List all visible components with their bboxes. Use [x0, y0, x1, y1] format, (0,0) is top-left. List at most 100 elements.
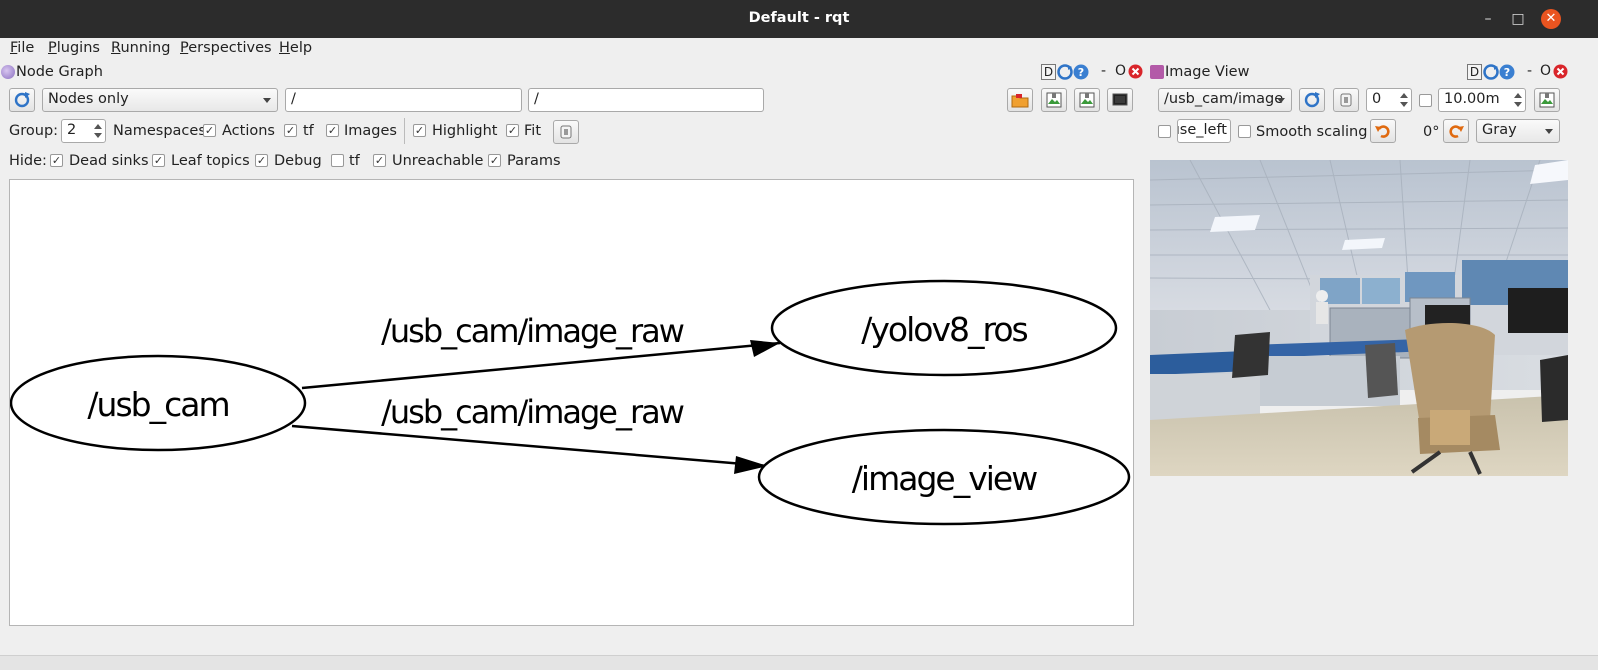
- max-range-checkbox[interactable]: [1419, 94, 1432, 107]
- camera-image-svg[interactable]: [1150, 160, 1568, 476]
- menu-perspectives[interactable]: Perspectives: [180, 40, 272, 56]
- display-mode-combo[interactable]: Nodes only: [42, 88, 278, 112]
- fit-checkbox[interactable]: ✓: [506, 124, 519, 137]
- spin-down-icon[interactable]: [1514, 102, 1522, 107]
- chevron-down-icon: [1277, 98, 1285, 103]
- node-graph-plugin-icon: [1, 65, 15, 79]
- spin-up-icon[interactable]: [94, 124, 102, 129]
- spin-down-icon[interactable]: [94, 133, 102, 138]
- status-bar: [0, 655, 1598, 670]
- image-topic-value: /usb_cam/image: [1164, 91, 1284, 107]
- image-view-plugin-icon: [1150, 65, 1164, 79]
- graph-canvas[interactable]: /usb_cam /yolov8_ros /image_view /usb_ca…: [9, 179, 1134, 626]
- spin-down-icon[interactable]: [1400, 102, 1408, 107]
- chevron-down-icon: [263, 98, 271, 103]
- menu-plugins[interactable]: Plugins: [48, 40, 100, 56]
- params-checkbox[interactable]: ✓: [488, 154, 501, 167]
- save-image-button[interactable]: [1107, 88, 1133, 112]
- node-image-view[interactable]: /image_view: [757, 428, 1131, 526]
- chevron-down-icon: [1545, 129, 1553, 134]
- mouse-topic-input[interactable]: use_left: [1177, 119, 1231, 143]
- menu-running[interactable]: Running: [111, 40, 170, 56]
- hide-tf-checkbox[interactable]: [331, 154, 344, 167]
- image-value-spinbox[interactable]: 0: [1366, 88, 1412, 112]
- image-view-help-icon[interactable]: ?: [1499, 64, 1515, 80]
- node-yolov8-ros[interactable]: /yolov8_ros: [770, 279, 1118, 377]
- tf-checkbox[interactable]: ✓: [284, 124, 297, 137]
- menu-file[interactable]: File: [10, 40, 34, 56]
- window-titlebar: Default - rqt – □ ✕: [0, 0, 1598, 38]
- node-yolov8-ros-label: /yolov8_ros: [861, 310, 1027, 349]
- node-usb-cam[interactable]: /usb_cam: [10, 354, 307, 452]
- zoom-fit-button[interactable]: [1333, 88, 1359, 112]
- image-view-dock-float[interactable]: O: [1540, 63, 1551, 79]
- window-title: Default - rqt: [748, 10, 850, 26]
- leaf-topics-checkbox[interactable]: ✓: [152, 154, 165, 167]
- node-graph-dock-d-button[interactable]: D: [1041, 64, 1056, 80]
- edge-usb-cam-to-image-view[interactable]: [291, 424, 769, 468]
- fit-view-icon: [1340, 93, 1352, 107]
- smooth-scaling-checkbox[interactable]: [1238, 125, 1251, 138]
- node-usb-cam-label: /usb_cam: [87, 385, 228, 424]
- namespace-filter-input[interactable]: /: [285, 88, 522, 112]
- image-topic-combo[interactable]: /usb_cam/image: [1158, 88, 1292, 112]
- save-image-button[interactable]: [1534, 88, 1560, 112]
- image-view-dock-d-button[interactable]: D: [1467, 64, 1482, 80]
- save-image-icon: [1539, 92, 1555, 108]
- node-graph-reload-icon[interactable]: [1057, 64, 1073, 80]
- maximize-icon[interactable]: □: [1508, 9, 1528, 29]
- color-scheme-combo[interactable]: Gray: [1476, 119, 1560, 143]
- max-range-value: 10.00m: [1444, 91, 1500, 107]
- debug-checkbox[interactable]: ✓: [255, 154, 268, 167]
- menu-help[interactable]: Help: [279, 40, 312, 56]
- load-dot-button[interactable]: [1007, 88, 1033, 112]
- rotate-left-button[interactable]: [1370, 119, 1396, 143]
- save-dot-button[interactable]: [1041, 88, 1067, 112]
- node-graph-help-icon[interactable]: ?: [1073, 64, 1089, 80]
- toolbar-separator: [404, 118, 405, 144]
- rotate-right-icon: [1449, 125, 1464, 138]
- group-spinbox[interactable]: 2: [61, 119, 106, 143]
- node-graph-dock-float[interactable]: O: [1115, 63, 1126, 79]
- close-icon[interactable]: ✕: [1541, 9, 1561, 29]
- images-checkbox[interactable]: ✓: [326, 124, 339, 137]
- image-view-dock-close-icon[interactable]: [1553, 64, 1568, 79]
- camera-image[interactable]: [1150, 160, 1568, 476]
- rotation-label: 0°: [1423, 124, 1440, 140]
- rotate-right-button[interactable]: [1443, 119, 1469, 143]
- leaf-topics-label: Leaf topics: [171, 153, 250, 169]
- graph-refresh-button[interactable]: [9, 88, 35, 112]
- group-label: Group:: [9, 123, 59, 139]
- hide-tf-label: tf: [349, 153, 360, 169]
- debug-label: Debug: [274, 153, 322, 169]
- edge-label-1: /usb_cam/image_raw: [381, 312, 684, 350]
- image-view-reload-icon[interactable]: [1483, 64, 1499, 80]
- image-refresh-button[interactable]: [1299, 88, 1325, 112]
- save-image-icon: [1079, 92, 1095, 108]
- image-view-dock-minimize[interactable]: -: [1527, 63, 1532, 79]
- refresh-icon: [1304, 92, 1320, 108]
- max-range-spinbox[interactable]: 10.00m: [1438, 88, 1526, 112]
- spin-up-icon[interactable]: [1400, 93, 1408, 98]
- screen-icon: [1112, 93, 1128, 106]
- actions-checkbox[interactable]: ✓: [203, 124, 216, 137]
- topic-filter-input[interactable]: /: [528, 88, 764, 112]
- spin-up-icon[interactable]: [1514, 93, 1522, 98]
- refresh-icon: [14, 92, 30, 108]
- fit-view-icon: [560, 125, 572, 139]
- image-view-title: Image View: [1165, 64, 1250, 80]
- save-svg-button[interactable]: [1074, 88, 1100, 112]
- svg-text:?: ?: [1504, 66, 1510, 79]
- dead-sinks-checkbox[interactable]: ✓: [50, 154, 63, 167]
- node-graph-dock-close-icon[interactable]: [1128, 64, 1143, 79]
- params-label: Params: [507, 153, 561, 169]
- minimize-icon[interactable]: –: [1478, 9, 1498, 29]
- publish-click-checkbox[interactable]: [1158, 125, 1171, 138]
- graph-svg[interactable]: /usb_cam /yolov8_ros /image_view /usb_ca…: [10, 180, 1135, 627]
- unreachable-label: Unreachable: [392, 153, 484, 169]
- highlight-checkbox[interactable]: ✓: [413, 124, 426, 137]
- node-graph-dock-minimize[interactable]: -: [1101, 63, 1106, 79]
- svg-text:?: ?: [1078, 66, 1084, 79]
- unreachable-checkbox[interactable]: ✓: [373, 154, 386, 167]
- fit-in-view-button[interactable]: [553, 120, 579, 144]
